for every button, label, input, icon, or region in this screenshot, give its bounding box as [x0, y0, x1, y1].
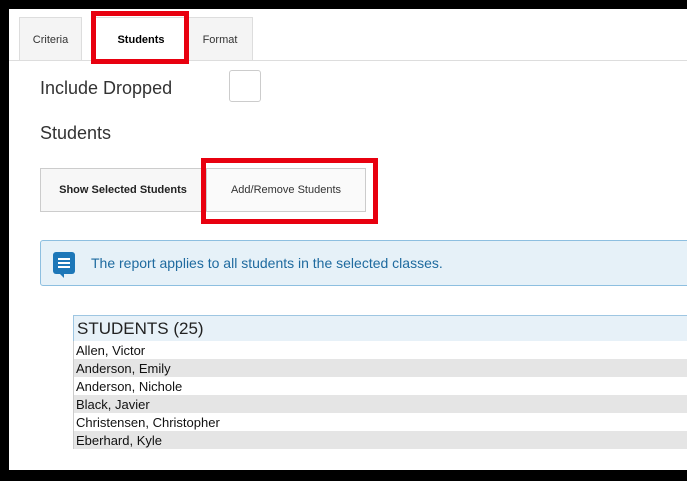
message-icon [53, 252, 75, 278]
include-dropped-label: Include Dropped [40, 78, 173, 98]
list-item[interactable]: Black, Javier [73, 395, 687, 413]
tab-format[interactable]: Format [187, 17, 253, 61]
students-heading: Students [40, 123, 112, 143]
list-item[interactable]: Allen, Victor [73, 341, 687, 359]
students-rows: Allen, Victor Anderson, Emily Anderson, … [73, 341, 687, 449]
info-alert: The report applies to all students in th… [40, 240, 687, 286]
show-selected-students-button[interactable]: Show Selected Students [40, 168, 206, 212]
list-item[interactable]: Christensen, Christopher [73, 413, 687, 431]
include-dropped-checkbox[interactable] [229, 70, 261, 102]
list-item[interactable]: Anderson, Nichole [73, 377, 687, 395]
tab-students[interactable]: Students [95, 17, 187, 62]
tab-bar: Criteria Students Format [9, 9, 687, 62]
alert-text: The report applies to all students in th… [91, 255, 443, 271]
add-remove-students-button[interactable]: Add/Remove Students [206, 168, 366, 212]
list-item[interactable]: Anderson, Emily [73, 359, 687, 377]
students-list: STUDENTS (25) Allen, Victor Anderson, Em… [73, 315, 687, 449]
list-item[interactable]: Eberhard, Kyle [73, 431, 687, 449]
tab-criteria[interactable]: Criteria [19, 17, 82, 61]
tab-divider [9, 60, 687, 61]
students-list-header: STUDENTS (25) [73, 315, 687, 341]
report-options-panel: Criteria Students Format Include Dropped… [9, 9, 687, 470]
